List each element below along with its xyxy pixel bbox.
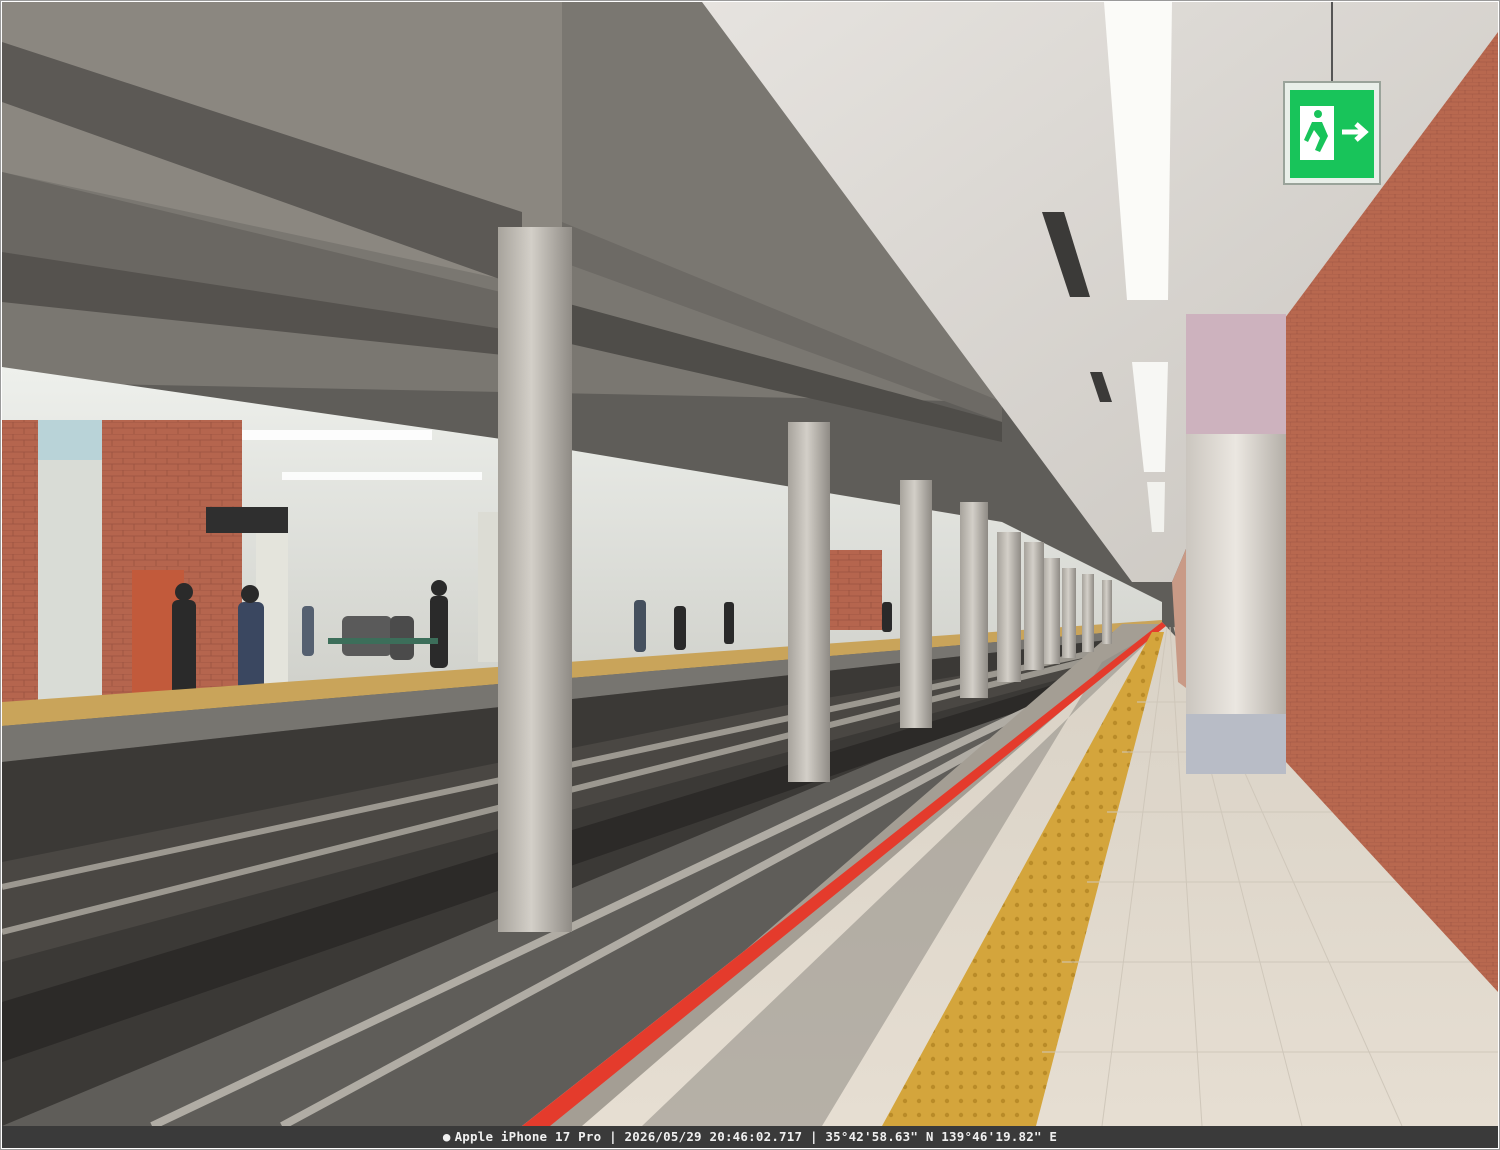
station-platform-photo bbox=[2, 2, 1498, 1126]
photo-metadata-caption: ● Apple iPhone 17 Pro | 2026/05/29 20:46:… bbox=[2, 1126, 1498, 1148]
platform-scene bbox=[2, 2, 1498, 1126]
photo-frame: ● Apple iPhone 17 Pro | 2026/05/29 20:46:… bbox=[0, 0, 1500, 1150]
record-dot-icon: ● bbox=[442, 1129, 451, 1144]
caption-text: Apple iPhone 17 Pro | 2026/05/29 20:46:0… bbox=[454, 1129, 1058, 1144]
